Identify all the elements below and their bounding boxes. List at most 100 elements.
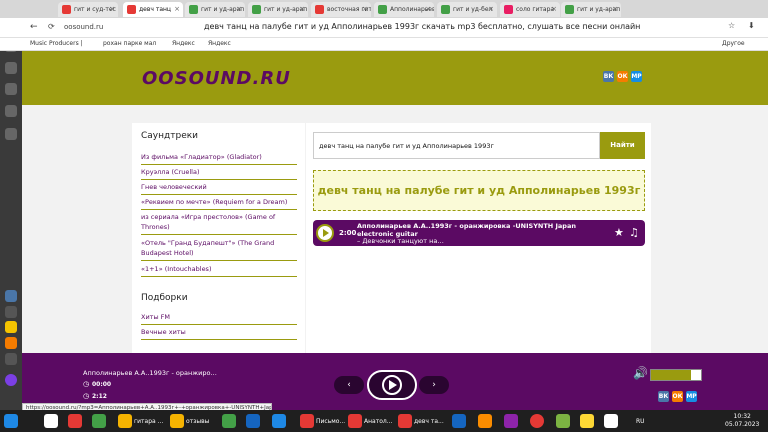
folder-icon[interactable] bbox=[118, 414, 132, 428]
other-bookmarks[interactable]: Другое bbox=[722, 40, 745, 47]
prev-icon[interactable]: ‹ bbox=[334, 376, 364, 394]
browser-tab[interactable]: гит и уд-арап × bbox=[248, 2, 308, 17]
tab-close-icon[interactable]: × bbox=[299, 5, 305, 13]
track-title[interactable]: Апполинарьев А.А..1993г - оранжировка -U… bbox=[357, 222, 612, 238]
search-input[interactable]: девч танц на палубе гит и уд Апполинарье… bbox=[313, 132, 600, 159]
taskbar-app-icon[interactable] bbox=[478, 414, 492, 428]
headphones-icon[interactable]: ♫ bbox=[629, 226, 639, 239]
moon-icon[interactable] bbox=[5, 321, 17, 333]
tab-favicon-icon bbox=[504, 5, 513, 14]
vk-share-icon[interactable]: ВК bbox=[658, 391, 669, 402]
bookmark-item[interactable]: Яндекс bbox=[208, 40, 231, 47]
taskbar-label[interactable]: гитара ... bbox=[134, 418, 163, 425]
yandex-icon[interactable] bbox=[300, 414, 314, 428]
soundtrack-link[interactable]: из сериала «Игра престолов» (Game of Thr… bbox=[141, 212, 297, 235]
volume-level bbox=[651, 370, 691, 380]
player-time-total: 2:12 bbox=[92, 393, 107, 400]
back-icon[interactable]: ← bbox=[30, 22, 38, 32]
mail-icon[interactable] bbox=[5, 337, 17, 349]
tab-close-icon[interactable]: × bbox=[488, 5, 494, 13]
taskbar-app-icon[interactable] bbox=[504, 414, 518, 428]
track-play-icon[interactable] bbox=[316, 224, 334, 242]
collection-link[interactable]: Хиты FM bbox=[141, 312, 297, 325]
bookmark-star-icon[interactable]: ☆ bbox=[728, 21, 735, 30]
address-field[interactable]: oosound.ru bbox=[64, 21, 184, 34]
browser-tab[interactable]: гит и уд-арап × bbox=[185, 2, 245, 17]
tab-close-icon[interactable]: × bbox=[551, 5, 557, 13]
taskbar-label[interactable]: отзывы bbox=[186, 418, 209, 425]
browser-tab[interactable]: восточная гит × bbox=[311, 2, 371, 17]
alice-icon[interactable] bbox=[5, 374, 17, 386]
os-sidebar bbox=[0, 0, 22, 410]
chrome-icon[interactable] bbox=[530, 414, 544, 428]
favorite-star-icon[interactable]: ★ bbox=[614, 226, 624, 239]
notes-icon[interactable] bbox=[5, 105, 17, 117]
taskbar-app-icon[interactable] bbox=[222, 414, 236, 428]
volume-icon[interactable]: 🔊 bbox=[633, 366, 648, 380]
taskbar-app-icon[interactable] bbox=[246, 414, 260, 428]
collection-link[interactable]: Вечные хиты bbox=[141, 327, 297, 340]
bookmark-item[interactable]: Music Producers | bbox=[30, 40, 83, 47]
soundtrack-link[interactable]: Из фильма «Гладиатор» (Gladiator) bbox=[141, 152, 297, 165]
yandex-icon[interactable] bbox=[348, 414, 362, 428]
browser-tab[interactable]: гит и уд-бел × bbox=[437, 2, 497, 17]
vk-share-icon[interactable]: ВК bbox=[603, 71, 614, 82]
track-subtitle: – Девчонки танцуют на… bbox=[357, 237, 444, 245]
reload-icon[interactable]: ⟳ bbox=[48, 22, 55, 31]
taskbar-app-icon[interactable] bbox=[580, 414, 594, 428]
downloads-icon[interactable] bbox=[5, 83, 17, 95]
tab-close-icon[interactable]: × bbox=[236, 5, 242, 13]
tab-close-icon[interactable]: × bbox=[425, 5, 431, 13]
ok-share-icon[interactable]: ОК bbox=[617, 71, 628, 82]
download-icon[interactable]: ⬇ bbox=[748, 21, 755, 30]
taskbar-label[interactable]: Письмо... bbox=[316, 418, 345, 425]
section-title: Подборки bbox=[141, 293, 188, 303]
browser-tab[interactable]: девч танц × bbox=[123, 2, 183, 17]
taskbar-app-icon[interactable] bbox=[556, 414, 570, 428]
clock-icon: ◷ bbox=[83, 380, 90, 388]
browser-tab[interactable]: гит и суд-тес × bbox=[58, 2, 118, 17]
taskbar-label[interactable]: Анатол... bbox=[364, 418, 392, 425]
add-icon[interactable] bbox=[5, 353, 17, 365]
browser-tab[interactable]: Апполинарьев × bbox=[374, 2, 434, 17]
pin-icon[interactable] bbox=[5, 306, 17, 318]
taskbar-app-icon[interactable] bbox=[452, 414, 466, 428]
history-icon[interactable] bbox=[5, 62, 17, 74]
search-button[interactable]: Найти bbox=[600, 132, 645, 159]
taskbar-clock[interactable]: 10:32 05.07.2023 bbox=[725, 413, 759, 429]
clock-icon: ◷ bbox=[83, 392, 90, 400]
edge-icon[interactable] bbox=[272, 414, 286, 428]
start-icon[interactable] bbox=[4, 414, 18, 428]
tab-close-icon[interactable]: × bbox=[612, 5, 618, 13]
tab-label: соло гитара bbox=[516, 6, 555, 13]
soundtrack-link[interactable]: Гнев человеческий bbox=[141, 182, 297, 195]
bookmark-item[interactable]: рохан парке мал bbox=[103, 40, 156, 47]
yandex-icon[interactable] bbox=[398, 414, 412, 428]
taskbar-app-icon[interactable] bbox=[92, 414, 106, 428]
browser-tab[interactable]: соло гитара × bbox=[500, 2, 560, 17]
mail-share-icon[interactable]: МР bbox=[686, 391, 697, 402]
soundtrack-link[interactable]: Круэлла (Cruella) bbox=[141, 167, 297, 180]
player-play-button[interactable] bbox=[367, 370, 417, 400]
next-icon[interactable]: › bbox=[419, 376, 449, 394]
taskbar-app-icon[interactable] bbox=[68, 414, 82, 428]
site-logo[interactable]: OOSOUND.RU bbox=[142, 68, 291, 89]
ok-share-icon[interactable]: ОК bbox=[672, 391, 683, 402]
vk-icon[interactable] bbox=[5, 290, 17, 302]
folder-icon[interactable] bbox=[170, 414, 184, 428]
soundtrack-link[interactable]: «Реквием по мечте» (Requiem for a Dream) bbox=[141, 197, 297, 210]
browser-tab[interactable]: гит и уд-арап × bbox=[561, 2, 621, 17]
soundtrack-link[interactable]: «1+1» (Intouchables) bbox=[141, 264, 297, 277]
tab-close-icon[interactable]: × bbox=[362, 5, 368, 13]
taskbar-app-icon[interactable] bbox=[604, 414, 618, 428]
taskbar-label[interactable]: девч та... bbox=[414, 418, 444, 425]
settings-icon[interactable] bbox=[5, 128, 17, 140]
player-title: Апполинарьев А.А..1993г - оранжиро… bbox=[83, 369, 217, 377]
soundtrack-link[interactable]: «Отель "Гранд Будапешт"» (The Grand Buda… bbox=[141, 238, 297, 261]
taskbar-app-icon[interactable] bbox=[44, 414, 58, 428]
bookmark-item[interactable]: Яндекс bbox=[172, 40, 195, 47]
language-indicator[interactable]: RU bbox=[636, 418, 645, 425]
tab-close-icon[interactable]: × bbox=[174, 5, 180, 13]
mail-share-icon[interactable]: МР bbox=[631, 71, 642, 82]
tab-close-icon[interactable]: × bbox=[109, 5, 115, 13]
